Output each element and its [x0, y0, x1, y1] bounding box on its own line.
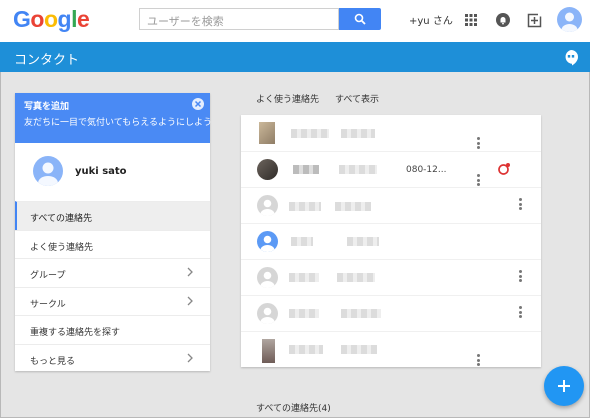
contact-row[interactable]: 080-12... [241, 151, 541, 187]
show-all-link[interactable]: すべて表示 [335, 92, 379, 105]
profile-card[interactable]: yuki sato [15, 143, 210, 201]
chevron-right-icon [187, 267, 193, 277]
sidebar-item-frequent[interactable]: よく使う連絡先 [15, 229, 210, 259]
blurred-contact-name [293, 165, 319, 174]
google-logo[interactable]: Google [13, 6, 90, 33]
apps-icon[interactable] [463, 12, 479, 28]
blurred-contact-email [337, 273, 375, 282]
account-name-link[interactable]: +yu さん [409, 12, 453, 27]
close-icon [194, 100, 202, 108]
blurred-contact-email [341, 345, 377, 354]
search-input[interactable]: ユーザーを検索 [139, 8, 339, 30]
more-options-icon[interactable] [477, 174, 481, 188]
contact-avatar [257, 303, 278, 324]
app-header: コンタクト [0, 42, 590, 72]
blurred-contact-name [289, 273, 319, 282]
sidebar: 写真を追加 友だちに一目で気付いてもらえるようにしよう yuki sato すべ… [15, 93, 213, 372]
more-options-icon[interactable] [477, 354, 481, 367]
more-options-icon[interactable] [519, 306, 523, 320]
sidebar-item-label: もっと見る [30, 356, 76, 367]
blurred-contact-name [291, 237, 313, 246]
sidebar-nav: すべての連絡先 よく使う連絡先 グループ サークル 重複する連絡先を探す もっと… [15, 201, 210, 372]
notifications-icon[interactable] [495, 12, 511, 28]
account-avatar-icon[interactable] [557, 7, 582, 32]
all-contacts-heading: すべての連絡先(4) [256, 404, 331, 414]
sidebar-item-label: グループ [30, 271, 66, 281]
sidebar-item-find-duplicates[interactable]: 重複する連絡先を探す [15, 315, 210, 344]
blurred-contact-email [335, 202, 371, 211]
avatar[interactable] [33, 156, 63, 186]
sidebar-item-label: すべての連絡先 [30, 214, 93, 224]
blurred-contact-email [341, 309, 381, 318]
contact-avatar [257, 195, 278, 216]
more-options-icon[interactable] [477, 137, 481, 151]
contact-row[interactable] [241, 187, 541, 223]
search-icon [354, 13, 366, 25]
add-photo-banner[interactable]: 写真を追加 友だちに一目で気付いてもらえるようにしよう [15, 93, 213, 143]
frequent-contacts-heading: よく使う連絡先 [256, 95, 320, 105]
contact-avatar [257, 231, 278, 252]
sidebar-item-groups[interactable]: グループ [15, 258, 210, 287]
contact-row[interactable] [241, 295, 541, 331]
sidebar-item-label: サークル [30, 299, 66, 310]
add-icon [558, 380, 570, 392]
contact-photo [259, 122, 275, 144]
contact-phone: 080-12... [406, 165, 447, 175]
search-button[interactable] [339, 8, 381, 30]
profile-name: yuki sato [75, 166, 127, 177]
contact-row[interactable] [241, 331, 541, 367]
more-options-icon[interactable] [519, 270, 523, 284]
contact-row[interactable] [241, 115, 541, 151]
blurred-contact-name [291, 129, 329, 138]
birthday-reminder-icon[interactable] [497, 162, 511, 176]
add-photo-description: 友だちに一目で気付いてもらえるようにしよう [24, 118, 213, 128]
sidebar-item-label: よく使う連絡先 [30, 242, 94, 253]
hangouts-icon[interactable] [563, 49, 579, 66]
chevron-right-icon [187, 296, 193, 305]
add-photo-title: 写真を追加 [24, 102, 70, 112]
contact-row[interactable] [241, 223, 541, 259]
blurred-contact-name [289, 202, 321, 211]
contact-avatar [257, 267, 278, 288]
sidebar-item-more[interactable]: もっと見る [15, 343, 210, 373]
blurred-contact-email [347, 237, 379, 246]
sidebar-item-all-contacts[interactable]: すべての連絡先 [15, 201, 210, 230]
google-bar: Google ユーザーを検索 +yu さん [0, 0, 590, 42]
share-plus-icon[interactable] [527, 12, 543, 28]
sidebar-item-circles[interactable]: サークル [15, 286, 210, 316]
add-contact-button[interactable] [544, 366, 584, 406]
contact-photo [262, 339, 275, 363]
more-options-icon[interactable] [519, 198, 523, 212]
blurred-contact-name [289, 345, 323, 354]
blurred-contact-name [289, 309, 319, 318]
blurred-contact-email [339, 165, 377, 174]
frequent-contacts-card: 080-12... [241, 115, 541, 367]
banner-close-button[interactable] [192, 98, 204, 110]
blurred-contact-email [341, 129, 375, 138]
contact-row[interactable] [241, 259, 541, 295]
page-title: コンタクト [14, 53, 80, 68]
sidebar-item-label: 重複する連絡先を探す [30, 328, 121, 338]
contact-photo [257, 159, 278, 180]
chevron-right-icon [187, 353, 193, 362]
